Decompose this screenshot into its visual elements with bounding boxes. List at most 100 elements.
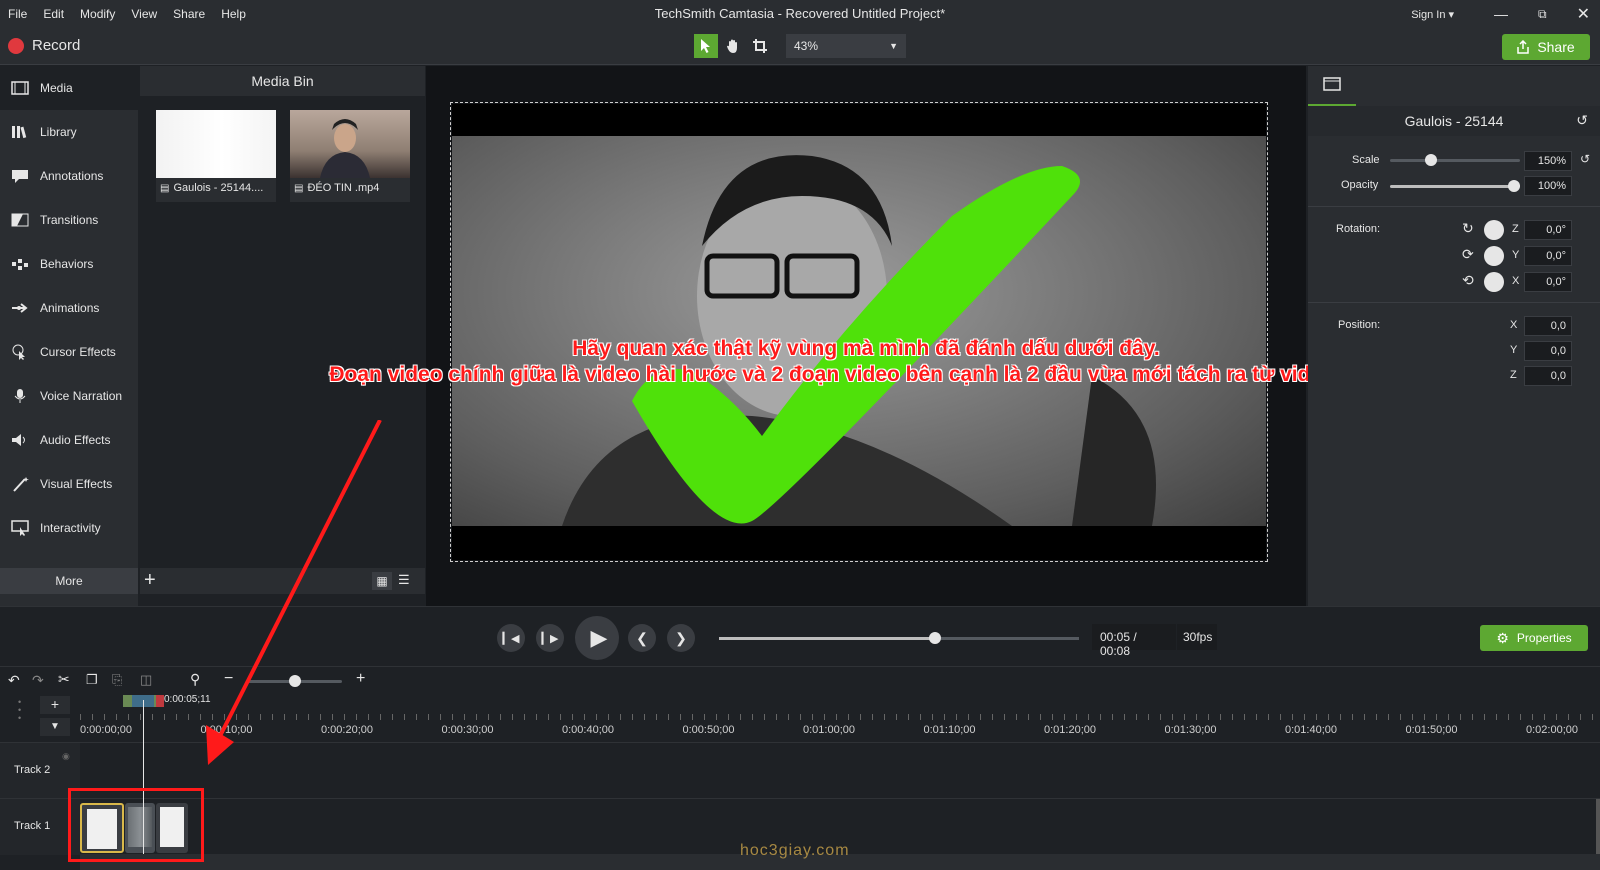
sidebar-item-transitions[interactable]: Transitions <box>0 198 138 242</box>
sidebar-item-cursor-effects[interactable]: Cursor Effects <box>0 330 138 374</box>
ruler-tick-label: 0:01:40;00 <box>1285 724 1337 736</box>
ruler-tick-label: 0:00:00;00 <box>80 724 132 736</box>
sidebar-item-interactivity[interactable]: Interactivity <box>0 506 138 550</box>
scrub-track[interactable] <box>719 637 1079 640</box>
media-bin-header: Media Bin <box>140 66 425 96</box>
undo-icon[interactable]: ↶ <box>8 672 20 689</box>
pan-tool-icon[interactable] <box>721 34 745 58</box>
opacity-slider-handle[interactable] <box>1508 180 1520 192</box>
redo-icon[interactable]: ↷ <box>32 672 44 689</box>
rotation-z-field[interactable]: 0,0° <box>1524 220 1572 240</box>
film-icon <box>10 80 30 96</box>
film-icon <box>1323 76 1341 94</box>
media-item[interactable]: ▤ Gaulois - 25144.... <box>156 110 276 202</box>
rotation-x-dial[interactable] <box>1484 272 1504 292</box>
sidebar-item-animations[interactable]: Animations <box>0 286 138 330</box>
scrub-progress <box>719 637 935 640</box>
rotation-y-dial[interactable] <box>1484 246 1504 266</box>
video-file-icon: ▤ <box>160 182 170 194</box>
select-tool-icon[interactable] <box>694 34 718 58</box>
record-button[interactable]: Record <box>8 37 80 54</box>
sidebar-item-annotations[interactable]: Annotations <box>0 154 138 198</box>
sidebar-item-media[interactable]: Media <box>0 66 138 110</box>
menu-file[interactable]: File <box>8 7 27 21</box>
window-controls: Sign In ▾ — ⧉ ✕ <box>1411 0 1590 28</box>
sidebar-item-behaviors[interactable]: Behaviors <box>0 242 138 286</box>
tools-sidebar: Media Library Annotations Transitions Be… <box>0 66 138 606</box>
more-button[interactable]: More <box>0 568 138 594</box>
playhead-out-marker[interactable] <box>156 695 164 707</box>
copy-icon[interactable]: ❐ <box>86 672 98 688</box>
opacity-field[interactable]: 100% <box>1524 176 1572 196</box>
step-back-icon[interactable]: ▎◀ <box>497 624 525 652</box>
menu-share[interactable]: Share <box>173 7 205 21</box>
rotate-z-icon: ↻ <box>1462 220 1474 236</box>
scale-slider-handle[interactable] <box>1425 154 1437 166</box>
record-icon <box>8 37 24 54</box>
rotation-z-dial[interactable] <box>1484 220 1504 240</box>
video-preview[interactable] <box>450 102 1268 562</box>
overlay-line-1: Hãy quan xác thật kỹ vùng mà mình đã đán… <box>572 337 1160 360</box>
sign-in-button[interactable]: Sign In ▾ <box>1411 8 1454 21</box>
add-track-button[interactable]: + <box>40 696 70 714</box>
position-x-field[interactable]: 0,0 <box>1524 316 1572 336</box>
watermark: hoc3giay.com <box>740 842 850 859</box>
split-icon[interactable]: ◫ <box>140 672 152 688</box>
record-label: Record <box>32 37 81 54</box>
position-label: Position: <box>1338 319 1381 331</box>
annotation-icon <box>10 168 30 184</box>
paste-icon[interactable]: ⎘ <box>112 672 122 688</box>
scale-slider[interactable] <box>1390 159 1520 162</box>
sidebar-item-label: Annotations <box>40 169 104 183</box>
play-icon[interactable]: ▶ <box>575 616 619 660</box>
animation-icon <box>10 300 30 316</box>
scale-field[interactable]: 150% <box>1524 151 1572 171</box>
menu-view[interactable]: View <box>131 7 157 21</box>
previous-icon[interactable]: ❮ <box>628 624 656 652</box>
menu-modify[interactable]: Modify <box>80 7 115 21</box>
minimize-icon[interactable]: — <box>1494 6 1508 22</box>
library-icon <box>10 124 30 140</box>
media-thumbnail <box>156 110 276 178</box>
menu-help[interactable]: Help <box>221 7 246 21</box>
track-controls: • • • + ▼ <box>0 694 80 742</box>
rotation-label: Rotation: <box>1336 223 1381 235</box>
scrub-handle[interactable] <box>929 632 941 644</box>
media-bin-title: Media Bin <box>251 73 314 89</box>
rotation-z-axis: Z <box>1512 223 1519 235</box>
position-y-field[interactable]: 0,0 <box>1524 341 1572 361</box>
sidebar-item-library[interactable]: Library <box>0 110 138 154</box>
rotation-x-field[interactable]: 0,0° <box>1524 272 1572 292</box>
rotate-x-icon: ⟲ <box>1462 272 1474 288</box>
tab-visual-properties[interactable] <box>1308 66 1356 106</box>
reset-icon[interactable]: ↺ <box>1576 112 1588 129</box>
restore-icon[interactable]: ⧉ <box>1538 7 1547 22</box>
share-button[interactable]: Share <box>1502 34 1590 60</box>
zoom-select[interactable]: 43% ▼ <box>786 34 906 58</box>
position-z-field[interactable]: 0,0 <box>1524 366 1572 386</box>
next-icon[interactable]: ❯ <box>667 624 695 652</box>
sidebar-item-visual-effects[interactable]: Visual Effects <box>0 462 138 506</box>
search-icon[interactable]: ⚲ <box>190 671 200 688</box>
crop-tool-icon[interactable] <box>748 34 772 58</box>
cut-icon[interactable]: ✂ <box>58 671 70 688</box>
add-media-icon[interactable]: + <box>144 569 156 592</box>
reset-icon[interactable]: ↺ <box>1580 152 1590 166</box>
close-icon[interactable]: ✕ <box>1577 4 1590 24</box>
menu-edit[interactable]: Edit <box>43 7 64 21</box>
rotation-y-field[interactable]: 0,0° <box>1524 246 1572 266</box>
timeline-scrollbar[interactable] <box>1596 799 1600 855</box>
media-item[interactable]: ▤ ĐÉO TIN .mp4 <box>290 110 410 202</box>
opacity-slider[interactable] <box>1390 185 1520 188</box>
tutorial-overlay-text: Hãy quan xác thật kỹ vùng mà mình đã đán… <box>329 336 1402 388</box>
rotate-y-icon: ⟳ <box>1462 246 1474 262</box>
sidebar-item-voice-narration[interactable]: Voice Narration <box>0 374 138 418</box>
chevron-down-icon[interactable]: ▼ <box>40 718 70 736</box>
main-menu: File Edit Modify View Share Help <box>0 7 246 21</box>
step-forward-icon[interactable]: ▎▶ <box>536 624 564 652</box>
ruler-tick-label: 0:01:20;00 <box>1044 724 1096 736</box>
sidebar-item-audio-effects[interactable]: Audio Effects <box>0 418 138 462</box>
eye-icon[interactable]: ◉ <box>62 751 70 762</box>
properties-button[interactable]: ⚙ Properties <box>1480 625 1588 651</box>
magnet-icon[interactable]: • • • <box>18 698 21 723</box>
